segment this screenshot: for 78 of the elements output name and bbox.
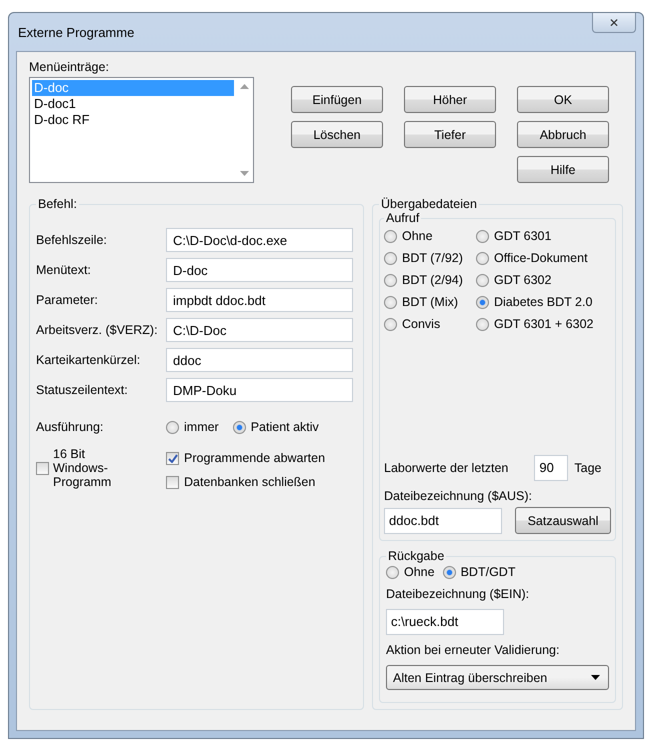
field-label: Laborwerte der letzten: [384, 461, 508, 475]
radio-button[interactable]: BDT (2/94): [384, 273, 476, 287]
radio-button[interactable]: BDT (Mix): [384, 295, 476, 309]
radio-circle-icon[interactable]: [384, 252, 397, 264]
input-field[interactable]: C:\D-Doc\d-doc.exe: [166, 228, 353, 252]
field-label: Arbeitsverz. ($VERZ):: [36, 323, 159, 337]
checkbox-label: 16 Bit Windows-Programm: [53, 447, 112, 489]
checkbox[interactable]: Programmende abwarten: [166, 451, 326, 465]
checkbox[interactable]: Datenbanken schließen: [166, 475, 326, 489]
field-label: Dateibezeichnung ($AUS):: [384, 489, 533, 503]
field-label: Befehlszeile:: [36, 233, 108, 247]
list-item[interactable]: D-doc RF: [32, 112, 234, 128]
radio-circle-icon[interactable]: [166, 420, 179, 434]
radio-button[interactable]: Diabetes BDT 2.0: [476, 295, 611, 309]
group-title: Befehl:: [37, 197, 78, 211]
radio-button[interactable]: GDT 6302: [476, 273, 611, 287]
caret-icon: [591, 675, 600, 680]
field-label: Parameter:: [36, 293, 99, 307]
input-field[interactable]: ddoc: [166, 348, 353, 372]
dialog-button[interactable]: Löschen: [291, 121, 383, 148]
input-field[interactable]: c:\rueck.bdt: [386, 609, 504, 635]
checkmark-icon: [168, 454, 178, 462]
input-field[interactable]: DMP-Doku: [166, 378, 353, 402]
radio-button[interactable]: immer: [166, 420, 219, 434]
input-field[interactable]: D-doc: [166, 258, 353, 282]
field-label: Ausführung:: [36, 420, 104, 434]
window-title: Externe Programme: [17, 24, 134, 40]
group-title: Rückgabe: [387, 549, 446, 563]
radio-button[interactable]: Convis: [384, 317, 476, 331]
radio-circle-icon[interactable]: [384, 274, 397, 286]
radio-button[interactable]: GDT 6301: [476, 229, 611, 243]
radio-button[interactable]: BDT (7/92): [384, 251, 476, 265]
radio-button[interactable]: GDT 6301 + 6302: [476, 317, 611, 331]
input-field[interactable]: ddoc.bdt: [384, 508, 502, 534]
dialog-button[interactable]: Tiefer: [404, 121, 496, 148]
checkbox-box-icon[interactable]: [166, 452, 179, 464]
list-label: Menüeinträge:: [29, 60, 110, 74]
group-title: Übergabedateien: [380, 197, 478, 211]
radio-circle-icon[interactable]: [476, 318, 489, 330]
close-button[interactable]: ✕: [592, 13, 636, 33]
radio-circle-icon[interactable]: [232, 420, 246, 434]
radio-button[interactable]: Ohne: [386, 565, 435, 579]
input-field[interactable]: C:\D-Doc: [166, 318, 353, 342]
dialog-button[interactable]: Einfügen: [291, 86, 383, 113]
checkbox-box-icon[interactable]: [36, 462, 49, 474]
radio-button[interactable]: Ohne: [384, 229, 476, 243]
menu-entries-list[interactable]: D-doc D-doc1 D-doc RF: [29, 77, 254, 183]
dialog-button[interactable]: OK: [517, 86, 609, 113]
radio-circle-icon[interactable]: [476, 274, 489, 286]
scroll-down-icon[interactable]: [240, 171, 249, 176]
list-item[interactable]: D-doc1: [32, 96, 234, 112]
radio-circle-icon[interactable]: [476, 230, 489, 242]
field-label: Karteikartenkürzel:: [36, 353, 142, 367]
unit-label: Tage: [574, 461, 602, 475]
input-field[interactable]: impbdt ddoc.bdt: [166, 288, 353, 312]
days-field[interactable]: 90: [534, 455, 568, 481]
radio-button[interactable]: Office-Dokument: [476, 251, 611, 265]
radio-circle-icon[interactable]: [384, 296, 397, 308]
dialog-button[interactable]: Hilfe: [517, 156, 609, 183]
action-dropdown[interactable]: Alten Eintrag überschreiben: [386, 665, 609, 690]
radio-button[interactable]: Patient aktiv: [232, 420, 319, 434]
field-label: Dateibezeichnung ($EIN):: [386, 587, 530, 601]
field-label: Menütext:: [36, 263, 92, 277]
select-button[interactable]: Satzauswahl: [515, 507, 611, 534]
radio-circle-icon[interactable]: [384, 230, 397, 242]
dialog-button[interactable]: Höher: [404, 86, 496, 113]
checkbox-box-icon[interactable]: [166, 476, 179, 488]
radio-circle-icon[interactable]: [476, 296, 489, 308]
radio-circle-icon[interactable]: [384, 318, 397, 330]
radio-button[interactable]: BDT/GDT: [442, 565, 516, 579]
field-label: Aktion bei erneuter Validierung:: [386, 643, 560, 657]
field-label: Statuszeilentext:: [36, 383, 129, 397]
dialog-button[interactable]: Abbruch: [517, 121, 609, 148]
scroll-up-icon[interactable]: [240, 84, 249, 89]
group-title: Aufruf: [385, 211, 420, 225]
radio-circle-icon[interactable]: [442, 566, 456, 578]
radio-circle-icon[interactable]: [386, 566, 399, 578]
radio-circle-icon[interactable]: [476, 252, 489, 264]
